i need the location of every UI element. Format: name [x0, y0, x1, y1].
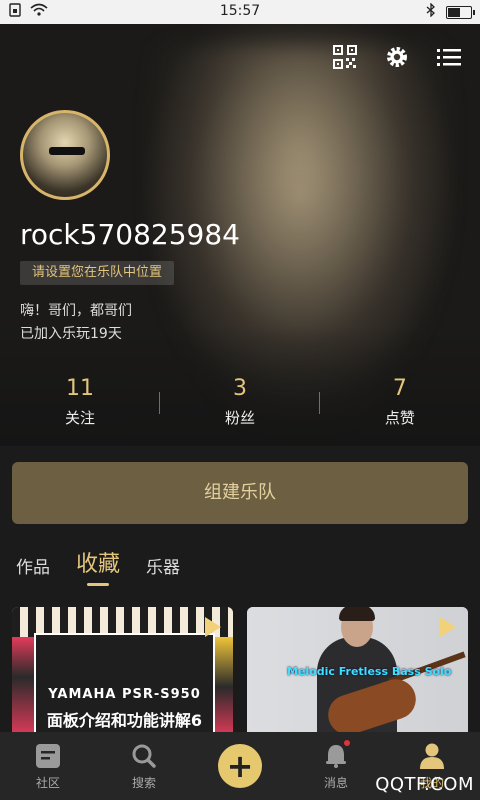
stat-value: 11 — [65, 376, 94, 401]
nav-create[interactable]: + — [192, 732, 288, 800]
stat-value: 3 — [232, 376, 247, 401]
stat-value: 7 — [392, 376, 407, 401]
bio-text: 嗨！哥们，都哥们 — [20, 303, 132, 319]
stat-label: 粉丝 — [224, 409, 255, 427]
play-icon — [440, 617, 456, 637]
bluetooth-icon — [426, 2, 436, 21]
nav-label: 社区 — [35, 776, 60, 790]
profile-icon — [418, 742, 446, 770]
menu-list-icon[interactable] — [436, 44, 462, 70]
avatar[interactable] — [20, 110, 110, 200]
stat-label: 关注 — [64, 409, 95, 427]
unread-dot — [344, 740, 350, 746]
nav-community[interactable]: 社区 — [0, 732, 96, 800]
search-icon — [130, 742, 158, 770]
form-band-button[interactable]: 组建乐队 — [12, 462, 468, 524]
nav-messages[interactable]: 消息 — [288, 732, 384, 800]
stats-row: 11 关注 3 粉丝 7 点赞 — [0, 376, 480, 436]
tab-instruments[interactable]: 乐器 — [146, 553, 180, 586]
username: rock570825984 — [20, 218, 240, 251]
status-time: 15:57 — [219, 3, 261, 19]
battery-icon — [446, 5, 475, 19]
nav-label: 搜索 — [131, 776, 156, 790]
stat-likes[interactable]: 7 点赞 — [320, 376, 480, 436]
card-caption: Melodic Fretless Bass Solo — [287, 665, 452, 678]
band-position-tag[interactable]: 请设置您在乐队中位置 — [20, 261, 175, 285]
stat-label: 点赞 — [384, 409, 415, 427]
qr-code-icon[interactable] — [332, 44, 358, 70]
tab-works[interactable]: 作品 — [16, 553, 50, 586]
card-title-line1: YAMAHA PSR-S950 — [48, 687, 201, 702]
stat-fans[interactable]: 3 粉丝 — [160, 376, 320, 436]
profile-header: rock570825984 请设置您在乐队中位置 嗨！哥们，都哥们 已加入乐玩1… — [0, 24, 480, 446]
joined-days: 已加入乐玩19天 — [20, 326, 122, 342]
nav-label: 消息 — [323, 776, 348, 790]
video-card[interactable]: Melodic Fretless Bass Solo — [247, 607, 468, 737]
play-icon — [205, 617, 221, 637]
nav-search[interactable]: 搜索 — [96, 732, 192, 800]
community-icon — [34, 742, 62, 770]
watermark: QQTF.COM — [375, 774, 474, 795]
video-card[interactable]: YAMAHA PSR-S950 面板介绍和功能讲解6 — [12, 607, 233, 737]
content-tabs: 作品 收藏 乐器 — [16, 546, 180, 586]
bell-icon — [322, 742, 350, 770]
card-title-line2: 面板介绍和功能讲解6 — [46, 711, 203, 730]
tab-favorites[interactable]: 收藏 — [76, 546, 120, 586]
settings-gear-icon[interactable] — [384, 44, 410, 70]
status-bar: 15:57 — [0, 0, 480, 24]
plus-icon[interactable]: + — [218, 744, 262, 788]
stat-following[interactable]: 11 关注 — [0, 376, 160, 436]
